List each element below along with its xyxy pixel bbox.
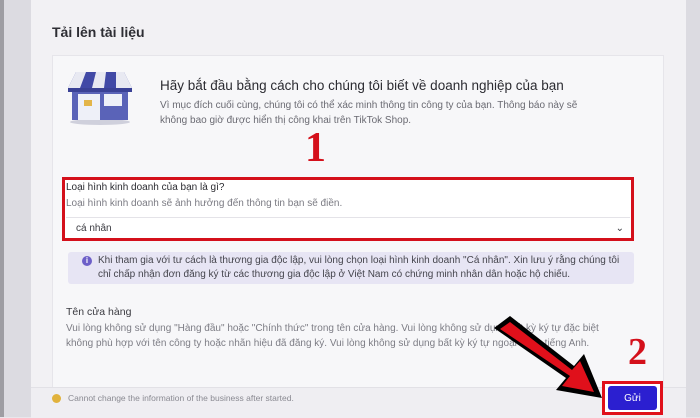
info-icon: i — [82, 256, 92, 266]
business-type-select[interactable]: cá nhân ⌄ — [66, 217, 630, 239]
warning-icon — [52, 394, 61, 403]
info-notice-text: Khi tham gia với tư cách là thương gia đ… — [98, 255, 620, 280]
intro-description: Vì mục đích cuối cùng, chúng tôi có thể … — [160, 100, 578, 126]
page-title: Tải lên tài liệu — [52, 24, 145, 40]
chevron-down-icon: ⌄ — [615, 223, 624, 234]
step-2-annotation: 2 — [628, 331, 647, 373]
intro-title: Hãy bắt đầu bằng cách cho chúng tôi biết… — [160, 78, 564, 93]
business-type-label: Loại hình kinh doanh của bạn là gì? — [66, 182, 225, 193]
store-icon — [68, 72, 132, 125]
footer-text: Cannot change the information of the bus… — [68, 393, 294, 403]
window-edge — [0, 0, 4, 417]
arrow-annotation — [494, 316, 602, 398]
business-type-hint: Loại hình kinh doanh sẽ ảnh hưởng đến th… — [66, 198, 343, 209]
store-name-label: Tên cửa hàng — [66, 306, 132, 318]
step-1-annotation: 1 — [305, 125, 326, 171]
business-type-selected-value: cá nhân — [76, 223, 112, 234]
